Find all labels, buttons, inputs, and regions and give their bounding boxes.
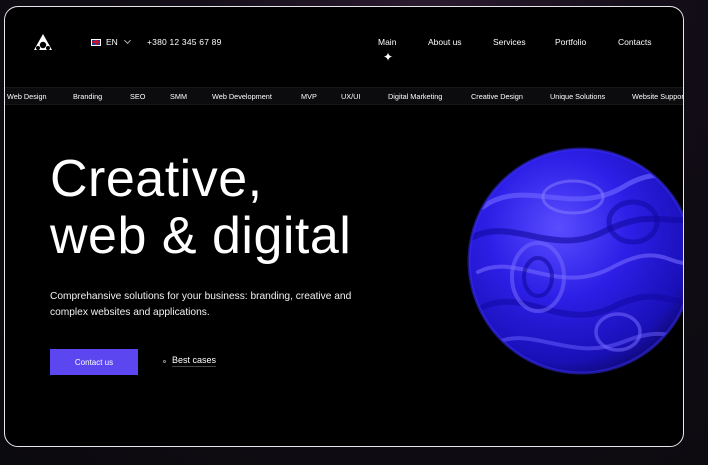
ticker-item-creative-design[interactable]: Creative Design (471, 92, 523, 101)
hero-title-line-2: web & digital (50, 207, 352, 265)
logo-icon[interactable] (33, 33, 53, 53)
ticker-item-branding[interactable]: Branding (73, 92, 102, 101)
nav-services[interactable]: Services (493, 37, 526, 47)
nav-about-us[interactable]: About us (428, 37, 462, 47)
contact-us-button[interactable]: Contact us (50, 349, 138, 375)
nav-main[interactable]: Main (378, 37, 396, 47)
nav-contacts[interactable]: Contacts (618, 37, 652, 47)
blue-3d-sphere-illustration (467, 147, 683, 375)
bullet-icon (163, 359, 166, 363)
site-header: EN +380 12 345 67 89 Main ✦ About us Ser… (5, 7, 683, 77)
language-selector[interactable]: EN (91, 36, 131, 47)
ticker-item-seo[interactable]: SEO (130, 92, 145, 101)
hero-title-line-1: Creative, (50, 150, 263, 208)
website-frame: EN +380 12 345 67 89 Main ✦ About us Ser… (4, 6, 684, 447)
ticker-item-website-support[interactable]: Website Support (632, 92, 683, 101)
uk-flag-icon (91, 38, 101, 46)
ticker-item-digital-marketing[interactable]: Digital Marketing (388, 92, 442, 101)
ticker-item-smm[interactable]: SMM (170, 92, 187, 101)
ticker-item-mvp[interactable]: MVP (301, 92, 317, 101)
active-sparkle-icon: ✦ (383, 50, 394, 64)
hero-title: Creative, web & digital (50, 151, 351, 265)
phone-number[interactable]: +380 12 345 67 89 (147, 37, 222, 47)
best-cases-label: Best cases (172, 355, 217, 367)
best-cases-link[interactable]: Best cases (163, 355, 217, 367)
ticker-item-web-development[interactable]: Web Development (212, 92, 272, 101)
services-ticker: Web Design Branding SEO SMM Web Developm… (5, 87, 683, 105)
ticker-item-ux-ui[interactable]: UX/UI (341, 92, 360, 101)
ticker-item-web-design[interactable]: Web Design (7, 92, 47, 101)
language-label: EN (106, 37, 118, 47)
ticker-item-unique-solutions[interactable]: Unique Solutions (550, 92, 605, 101)
chevron-down-icon (123, 36, 131, 45)
nav-portfolio[interactable]: Portfolio (555, 37, 586, 47)
hero-subtitle: Comprehansive solutions for your busines… (50, 291, 352, 318)
